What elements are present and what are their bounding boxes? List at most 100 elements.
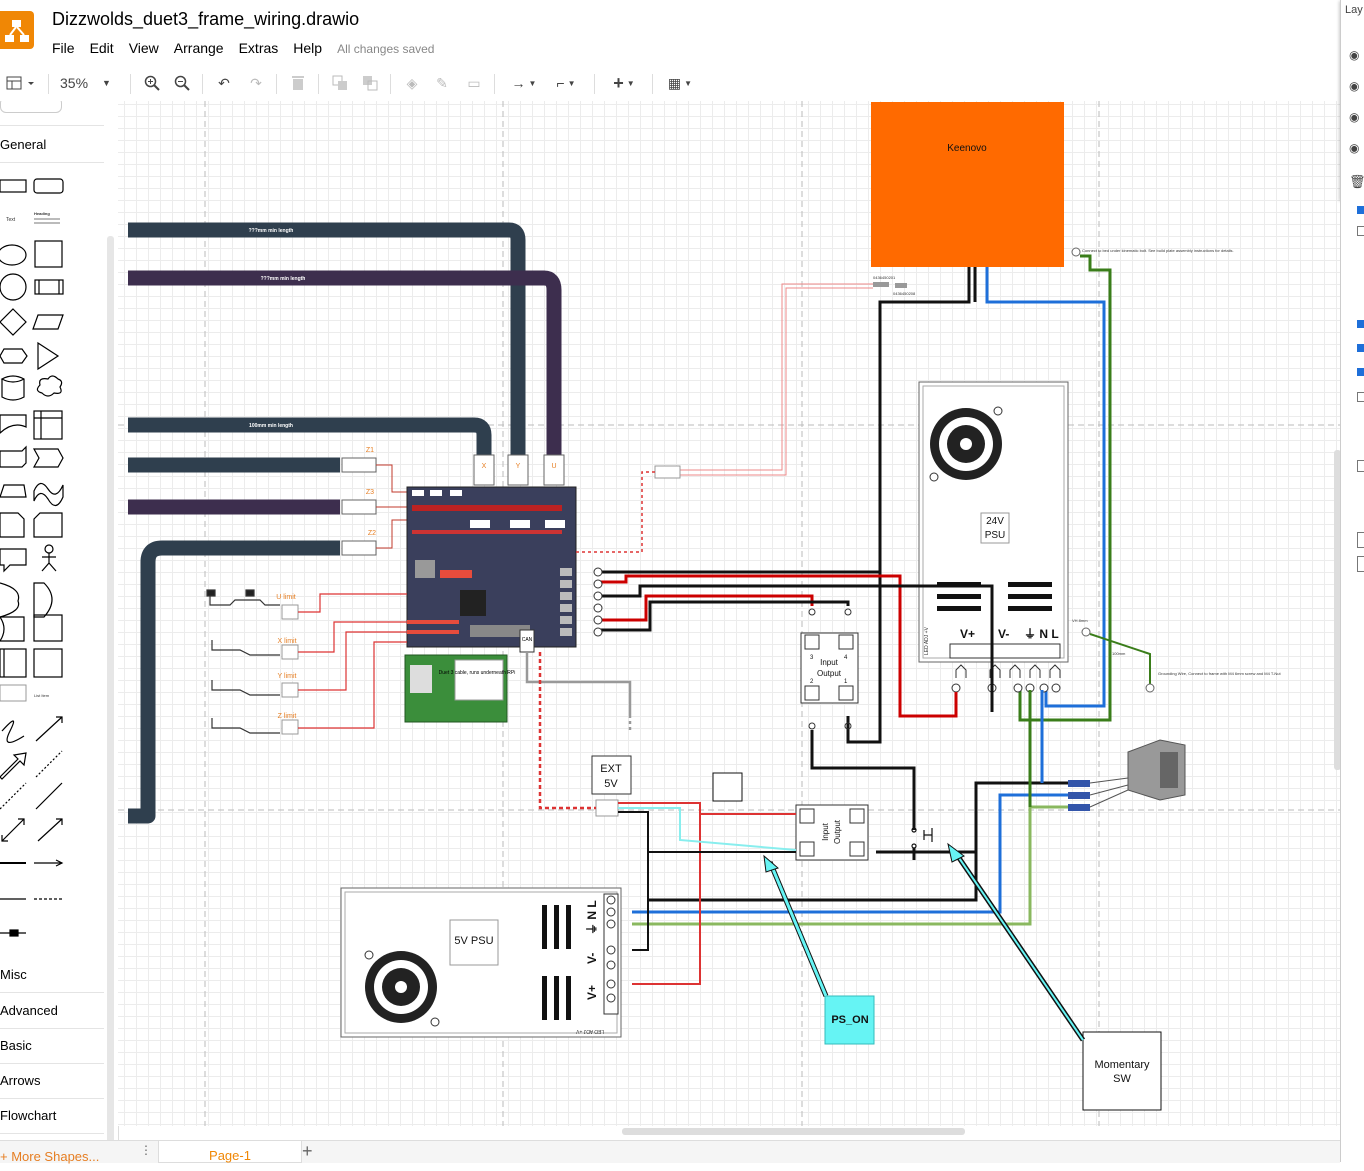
checkbox[interactable] [1357,392,1364,402]
checkbox[interactable] [1357,460,1364,472]
keenovo-heater[interactable] [871,102,1064,267]
u-axis-label: U [551,463,556,470]
horizontal-scrollbar[interactable] [622,1128,965,1135]
sidebar-section-arrows[interactable]: Arrows [0,1073,104,1099]
shadow-icon[interactable]: ▭ [464,72,484,94]
zoom-select[interactable]: 35% ▼ [60,72,120,94]
momentary-sw-line1: Momentary [1094,1059,1150,1071]
ssr-bed[interactable]: Input Output 3 4 2 1 [800,608,859,730]
z3-label: Z3 [366,489,374,496]
cable-bundle-x [128,417,492,455]
empty-box[interactable] [712,772,743,802]
undo-icon[interactable]: ↶ [214,72,234,94]
sidebar-section-general[interactable]: General [0,137,104,163]
psu5-adj: LED ADJ +V [575,1028,604,1034]
heater-part-b: 0436450208 [893,291,916,296]
cable-label-1: ???mm min length [249,228,294,234]
checkbox-checked[interactable] [1357,320,1364,328]
menu-file[interactable]: File [52,40,75,56]
sidebar-section-advanced[interactable]: Advanced [0,1003,104,1029]
psu5-vminus: V- [585,953,599,964]
z1-label: Z1 [366,447,374,454]
waypoints-icon[interactable]: ⌐ ▼ [548,72,584,94]
psu24-vminus: V- [998,627,1009,641]
sidebar-scrollbar[interactable] [107,236,114,1141]
z2-label: Z2 [368,530,376,537]
checkbox-checked[interactable] [1357,368,1364,376]
menu-view[interactable]: View [129,40,159,56]
table-icon[interactable]: ▦ ▼ [662,72,698,94]
y-axis-label: Y [516,463,521,470]
shape-sidebar: General Text Heading List Item Misc Adva… [0,101,119,1141]
input-field[interactable] [1357,532,1364,548]
zoom-out-icon[interactable] [172,72,192,94]
input-field[interactable] [1357,556,1364,572]
menu-arrange[interactable]: Arrange [174,40,224,56]
x-limit-label: X limit [277,638,296,645]
connection-icon[interactable]: → ▼ [506,72,542,94]
eye-icon[interactable]: ◉ [1349,110,1359,124]
x-axis-label: X [482,463,487,470]
psu24-adj: LED ADJ +V [924,626,930,655]
tab-page-1[interactable]: Page-1 [158,1141,302,1163]
can-label: CAN [522,637,533,643]
to-front-icon[interactable] [330,72,350,94]
delete-icon[interactable] [288,72,308,94]
cable-z2 [128,540,340,824]
checkbox-checked[interactable] [1357,344,1364,352]
insert-icon[interactable]: + ▼ [606,72,642,94]
ssr-ps-on[interactable]: Input Output [795,804,869,861]
document-title[interactable]: Dizzwolds_duet3_frame_wiring.drawio [52,9,359,30]
ssr-bed-input: Input [820,658,839,667]
checkbox-checked[interactable] [1357,206,1364,214]
checkbox[interactable] [1357,226,1364,236]
diagram-canvas[interactable]: ???mm min length ???mm min length 100mm … [118,101,1340,1126]
z-connectors: Z1 Z3 Z2 [341,447,410,556]
menu-extras[interactable]: Extras [239,40,279,56]
wiring-diagram[interactable]: ???mm min length ???mm min length 100mm … [118,101,1340,1126]
fill-color-icon[interactable]: ◈ [402,72,422,94]
add-page-icon[interactable]: + [302,1141,313,1162]
psu24-label-1: 24V [986,516,1004,527]
momentary-sw-line2: SW [1113,1073,1131,1085]
ac-inlet[interactable] [1068,739,1186,811]
rpi-note: Duet 3 cable, runs underneath RPi [439,670,516,676]
chevron-down-icon: ▼ [102,78,111,88]
heater-note: Connect to bed under kinematic bolt. See… [1082,248,1234,253]
u-limit-label: U limit [276,594,295,601]
heater-label: Keenovo [947,143,987,154]
toolbar: 35% ▼ ↶ ↷ ◈ ✎ ▭ → ▼ ⌐ ▼ + ▼ ▦ ▼ [0,66,1340,102]
drawio-logo-icon [0,11,34,49]
menu-edit[interactable]: Edit [90,40,114,56]
format-panel-icon[interactable] [4,72,40,94]
pages-menu-icon[interactable]: ⋮ [140,1143,152,1157]
psu24-vplus: V+ [960,627,975,641]
ext5v-line2: 5V [604,778,618,790]
title-bar: Dizzwolds_duet3_frame_wiring.drawio File… [0,0,1340,66]
trash-icon[interactable]: 🗑 [1349,174,1364,190]
eye-icon[interactable]: ◉ [1349,79,1359,93]
sidebar-search-input[interactable] [0,101,62,113]
vh-note: VH 8mm [1072,618,1088,623]
sidebar-section-misc[interactable]: Misc [0,967,104,993]
zoom-in-icon[interactable] [142,72,162,94]
ssr-bed-output: Output [817,669,842,678]
raspberry-pi: Duet 3 cable, runs underneath RPi [404,654,516,723]
psu-5v[interactable]: 5V PSU V- V+ ⏚ N L LED ADJ +V [340,887,622,1038]
z-limit-label: Z limit [278,713,297,720]
sidebar-section-basic[interactable]: Basic [0,1038,104,1064]
to-back-icon[interactable] [360,72,380,94]
sidebar-section-flowchart[interactable]: Flowchart [0,1108,104,1134]
menu-bar: File Edit View Arrange Extras Help All c… [52,40,449,56]
redo-icon[interactable]: ↷ [246,72,266,94]
eye-icon[interactable]: ◉ [1349,48,1359,62]
menu-help[interactable]: Help [293,40,322,56]
len-100-label: 100mm [1112,651,1126,656]
line-color-icon[interactable]: ✎ [432,72,452,94]
ps-on-label: PS_ON [831,1014,868,1026]
ground-note: Grounding Wire, Connect to frame with M4… [1158,671,1282,676]
general-shapes-palette[interactable]: Text Heading List Item [0,171,106,951]
eye-icon[interactable]: ◉ [1349,141,1359,155]
switch-symbol [911,827,933,849]
momentary-sw-box[interactable] [1082,1031,1162,1111]
